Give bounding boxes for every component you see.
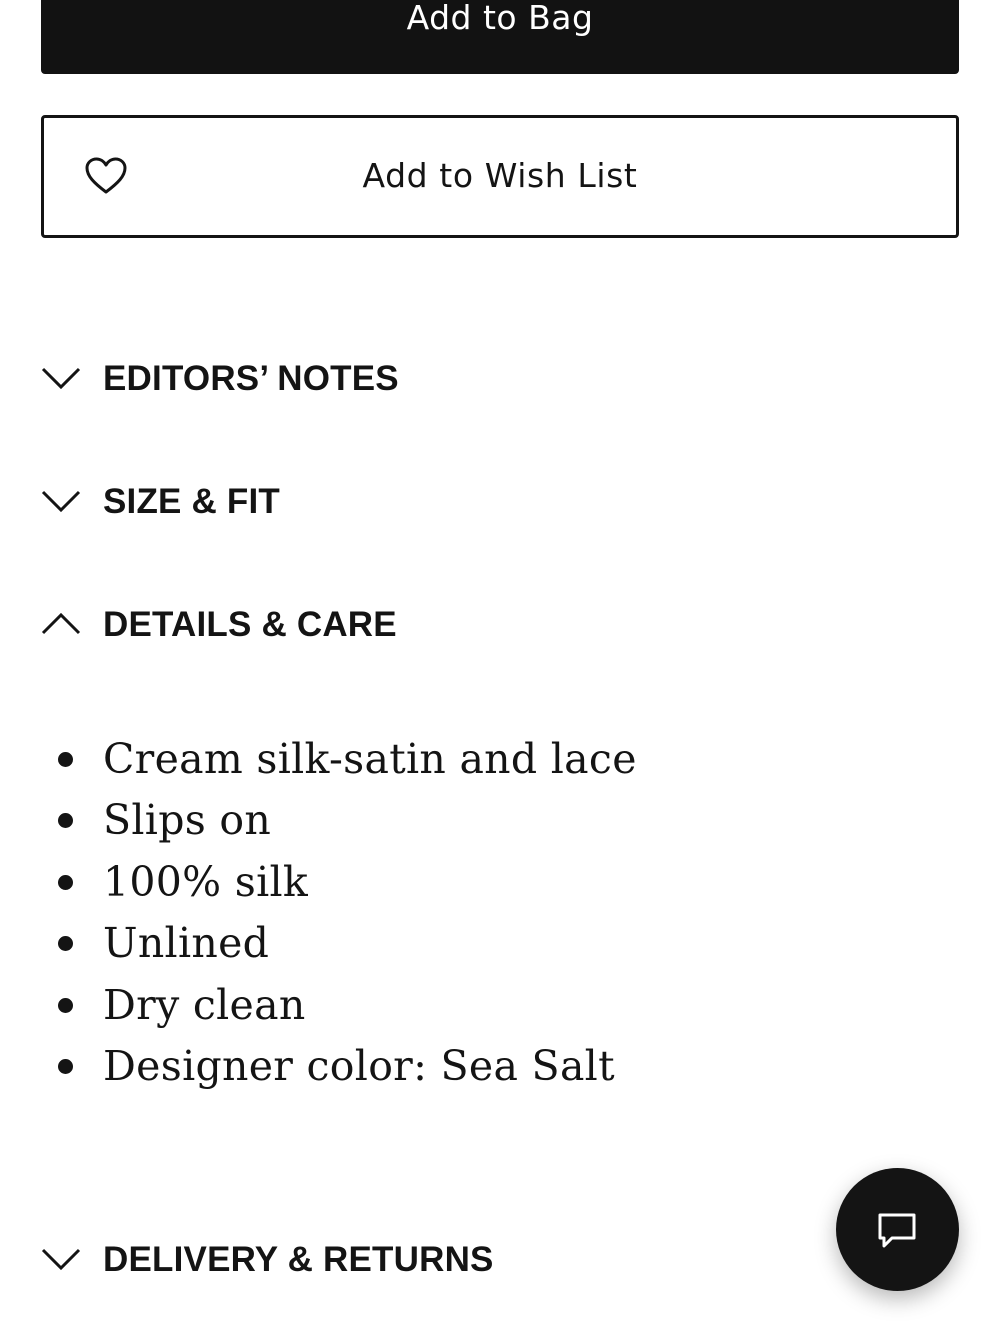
bullet-icon [58,1058,73,1074]
list-item: Designer color: Sea Salt [41,1036,637,1097]
list-item-text: Unlined [103,919,270,968]
accordion-details-care[interactable]: DETAILS & CARE [41,603,841,651]
list-item-text: Designer color: Sea Salt [103,1041,615,1090]
chevron-down-icon [41,490,81,513]
chevron-down-icon [41,367,81,390]
editors-notes-title: EDITORS’ NOTES [103,359,399,398]
list-item-text: Dry clean [103,980,306,1029]
bullet-icon [58,813,73,829]
accordion-editors-notes[interactable]: EDITORS’ NOTES [41,357,841,405]
chevron-down-icon [41,1248,81,1271]
accordion-size-fit[interactable]: SIZE & FIT [41,480,841,528]
list-item: Unlined [41,913,637,974]
details-care-list: Cream silk-satin and lace Slips on 100% … [41,729,637,1097]
add-to-wish-list-label: Add to Wish List [362,156,638,195]
bullet-icon [58,874,73,890]
bullet-icon [58,752,73,767]
chat-bubble-icon [878,1213,916,1248]
chat-button[interactable] [836,1168,959,1291]
list-item-text: Slips on [103,796,272,845]
details-care-title: DETAILS & CARE [103,605,397,644]
accordion-delivery-returns[interactable]: DELIVERY & RETURNS [41,1238,841,1286]
list-item-text: 100% silk [103,857,309,906]
bullet-icon [58,997,73,1013]
delivery-returns-title: DELIVERY & RETURNS [103,1240,494,1279]
list-item: Dry clean [41,975,637,1036]
list-item: Slips on [41,790,637,851]
list-item: Cream silk-satin and lace [41,729,637,790]
size-fit-title: SIZE & FIT [103,482,280,521]
add-to-bag-label: Add to Bag [406,0,594,37]
bullet-icon [58,936,73,952]
list-item: 100% silk [41,852,637,913]
add-to-wish-list-button[interactable]: Add to Wish List [41,115,959,238]
list-item-text: Cream silk-satin and lace [103,735,637,783]
add-to-bag-button[interactable]: Add to Bag [41,0,959,74]
chevron-up-icon [41,612,81,635]
